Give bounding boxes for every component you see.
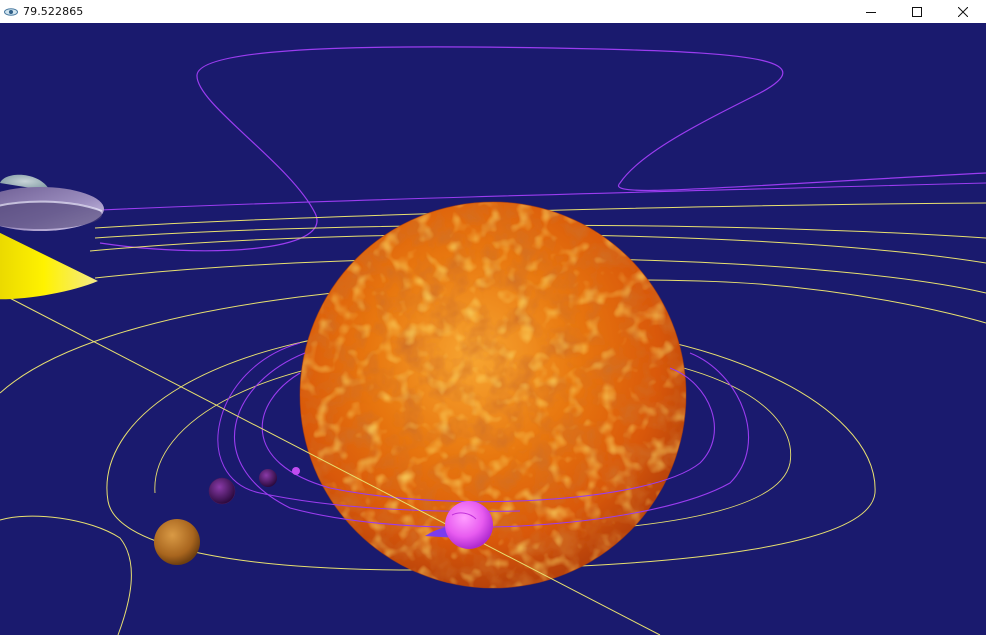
minimize-button[interactable]: [848, 0, 894, 23]
close-icon: [958, 6, 968, 17]
window-controls: [848, 0, 986, 23]
sun[interactable]: [299, 201, 687, 589]
minimize-icon: [866, 11, 876, 13]
solar-system-scene: [0, 23, 986, 635]
planet-dark[interactable]: [259, 469, 277, 487]
title-bar: 79.522865: [0, 0, 986, 23]
window-title: 79.522865: [23, 5, 84, 18]
planet-brown[interactable]: [154, 519, 200, 565]
maximize-icon: [912, 6, 922, 17]
planet-small-pink[interactable]: [292, 467, 300, 475]
eye-app-icon: [4, 7, 18, 17]
maximize-button[interactable]: [894, 0, 940, 23]
planet-purple[interactable]: [208, 477, 236, 505]
render-viewport[interactable]: [0, 23, 986, 635]
close-button[interactable]: [940, 0, 986, 23]
